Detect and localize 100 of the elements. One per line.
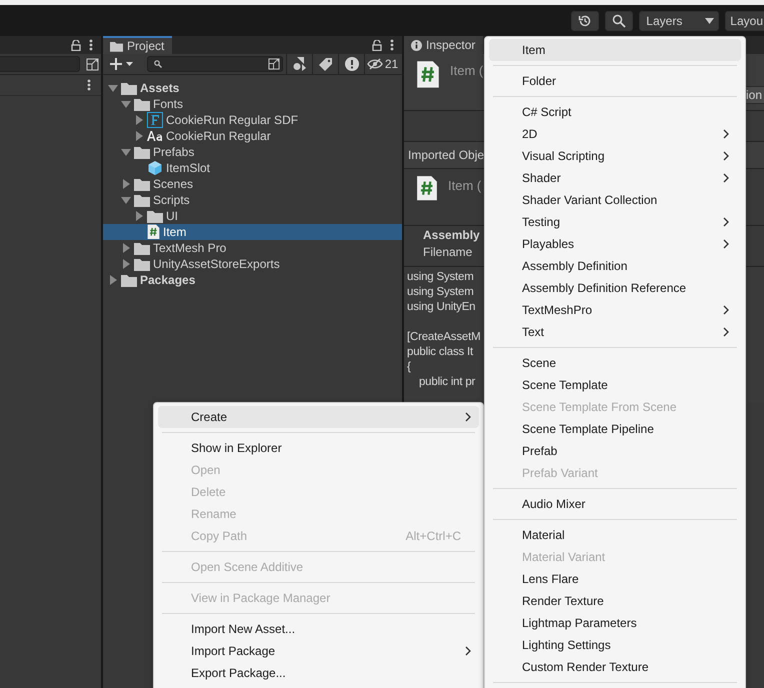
history-button[interactable]: [571, 10, 600, 30]
hidden-packages-button[interactable]: 21: [364, 54, 400, 74]
script-file-icon: [416, 60, 440, 89]
collapsed-arrow-icon[interactable]: [108, 275, 118, 285]
menu-item[interactable]: Playables: [489, 233, 741, 255]
lock-icon[interactable]: [372, 40, 382, 50]
folder-icon: [121, 82, 137, 94]
info-icon: [411, 40, 422, 50]
asset-title: Item (: [450, 63, 484, 78]
menu-item[interactable]: Import New Asset...: [158, 618, 479, 640]
more-icon[interactable]: [89, 39, 93, 51]
menu-item[interactable]: Export Package...: [158, 662, 479, 684]
inspector-tab[interactable]: Inspector: [404, 36, 484, 54]
property-label: Filename: [423, 245, 474, 259]
menu-item[interactable]: Shader: [489, 167, 741, 189]
menu-item[interactable]: Import Package: [158, 640, 479, 662]
layout-dropdown[interactable]: Layou: [725, 10, 764, 30]
expanded-arrow-icon[interactable]: [121, 147, 131, 157]
menu-item[interactable]: Assembly Definition Reference: [489, 277, 741, 299]
menu-item[interactable]: Assembly Definition: [489, 255, 741, 277]
font-asset-icon: [147, 112, 163, 128]
menu-item[interactable]: Lens Flare: [489, 568, 741, 590]
menu-item[interactable]: Shader Variant Collection: [489, 189, 741, 211]
cube-icon: [147, 160, 163, 176]
eye-slash-icon: [366, 58, 383, 70]
code-line: public class It: [407, 345, 474, 360]
code-line: using UnityEn: [407, 300, 476, 315]
menu-item[interactable]: Material: [489, 524, 741, 546]
script-icon: [147, 224, 160, 240]
tree-item[interactable]: Scenes: [103, 176, 402, 192]
code-line: [CreateAssetM: [407, 330, 480, 345]
menu-item[interactable]: TextMeshPro: [489, 299, 741, 321]
search-button[interactable]: [605, 10, 634, 30]
search-icon: [154, 60, 162, 68]
expanded-arrow-icon[interactable]: [121, 195, 131, 205]
picker-icon[interactable]: [268, 58, 280, 70]
menu-item[interactable]: Lightmap Parameters: [489, 612, 741, 634]
tree-item[interactable]: TextMesh Pro: [103, 240, 402, 256]
more-icon[interactable]: [390, 39, 394, 51]
tree-item[interactable]: Fonts: [103, 96, 402, 112]
font-icon: [147, 130, 163, 142]
collapsed-arrow-icon[interactable]: [134, 211, 144, 221]
tree-item[interactable]: Packages: [103, 272, 402, 288]
collapsed-arrow-icon[interactable]: [134, 131, 144, 141]
lock-icon[interactable]: [71, 40, 81, 50]
tree-item[interactable]: CookieRun Regular: [103, 128, 402, 144]
tree-item[interactable]: UnityAssetStoreExports: [103, 256, 402, 272]
warning-icon: [344, 57, 358, 71]
caret-icon: [705, 18, 714, 24]
folder-icon: [134, 258, 150, 270]
add-icon[interactable]: [110, 58, 134, 70]
code-line: {: [407, 360, 411, 375]
search-icon: [612, 14, 626, 28]
menu-item[interactable]: Custom Render Texture: [489, 656, 741, 678]
menu-item[interactable]: Scene Template: [489, 374, 741, 396]
collapsed-arrow-icon[interactable]: [121, 179, 131, 189]
tree-item[interactable]: Assets: [103, 80, 402, 96]
collapsed-arrow-icon[interactable]: [121, 259, 131, 269]
tag-icon: [319, 58, 332, 70]
layers-dropdown[interactable]: Layers: [639, 10, 720, 30]
tree-item[interactable]: ItemSlot: [103, 160, 402, 176]
history-icon: [578, 14, 592, 28]
shapes-icon: [292, 57, 306, 71]
menu-item[interactable]: Testing: [489, 211, 741, 233]
expanded-arrow-icon[interactable]: [108, 83, 118, 93]
menu-item[interactable]: Visual Scripting: [489, 145, 741, 167]
tree-item[interactable]: Item: [103, 224, 402, 240]
menu-item[interactable]: Create: [158, 406, 479, 428]
asset-title: Item (: [448, 178, 482, 193]
code-line: using System: [407, 285, 474, 300]
menu-item[interactable]: 2D: [489, 123, 741, 145]
expanded-arrow-icon[interactable]: [121, 99, 131, 109]
folder-icon: [110, 40, 123, 52]
script-file-icon: [416, 175, 438, 202]
menu-item[interactable]: Text: [489, 321, 741, 343]
code-line: using System: [407, 270, 474, 285]
menu-item[interactable]: Prefab: [489, 440, 741, 462]
project-tab[interactable]: Project: [103, 36, 172, 54]
picker-icon[interactable]: [86, 58, 99, 70]
tree-item[interactable]: UI: [103, 208, 402, 224]
menu-item[interactable]: C# Script: [489, 101, 741, 123]
menu-item[interactable]: Lighting Settings: [489, 634, 741, 656]
tree-item[interactable]: Scripts: [103, 192, 402, 208]
folder-icon: [134, 146, 150, 158]
shortcut-text: Alt+Ctrl+C: [406, 529, 461, 543]
tree-item[interactable]: Prefabs: [103, 144, 402, 160]
menu-item[interactable]: Folder: [489, 70, 741, 92]
code-line: public int pr: [418, 375, 476, 390]
menu-item[interactable]: Scene: [489, 352, 741, 374]
menu-item[interactable]: Scene Template Pipeline: [489, 418, 741, 440]
tree-item[interactable]: CookieRun Regular SDF: [103, 112, 402, 128]
collapsed-arrow-icon[interactable]: [134, 115, 144, 125]
collapsed-arrow-icon[interactable]: [121, 243, 131, 253]
search-field[interactable]: [147, 56, 283, 72]
menu-item[interactable]: Render Texture: [489, 590, 741, 612]
menu-item[interactable]: Item: [489, 39, 741, 61]
more-icon[interactable]: [87, 79, 91, 91]
folder-icon: [134, 98, 150, 110]
menu-item[interactable]: Show in Explorer: [158, 437, 479, 459]
menu-item[interactable]: Audio Mixer: [489, 493, 741, 515]
